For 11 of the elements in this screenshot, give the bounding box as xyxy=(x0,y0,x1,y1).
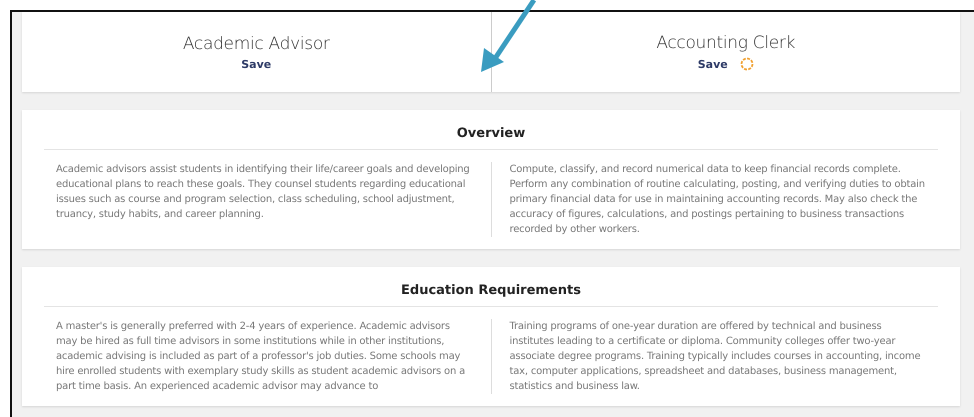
save-link[interactable]: Save xyxy=(698,58,728,70)
section-heading: Overview xyxy=(44,126,938,150)
description-text: Compute, classify, and record numerical data to keep financial records complete. Perform any combination of routine calculating, posting, and verifying duties to obtain primary financial data for use in maintaining accounting records. May also check the accuracy of figures, calculations, and postings pertaining to business transactions recorded by other workers. xyxy=(490,162,944,237)
section-heading: Education Requirements xyxy=(44,283,938,307)
description-text: Training programs of one-year duration are offered by technical and business institutes leading to a certificate or diploma. Community colleges offer two-year associate degree programs. Training typically includes courses in accounting, income tax, computer applications, spreadsheet and databases, business management, statistics and business law. xyxy=(490,319,944,394)
career-title: Academic Advisor xyxy=(182,34,330,54)
description-text: A master's is generally preferred with 2-4 years of experience. Academic advisors may be hired as full time advisors in some institutions while in other institutions, academic advising is included as part of a professor's job duties. Some schools may hire enrolled students with exemplary study skills as student academic advisors on a part time basis. An experienced academic advisor may advance to xyxy=(55,320,466,394)
loading-spinner-icon xyxy=(740,57,754,71)
career-title: Accounting Clerk xyxy=(656,33,796,53)
description-text: Academic advisors assist students in identifying their life/career goals and developing educational plans to reach these goals. They counsel students regarding educational issues such as course and program selection, class scheduling, school adjustment, truancy, study habits, and career planning. xyxy=(55,163,471,222)
save-link[interactable]: Save xyxy=(241,58,272,70)
